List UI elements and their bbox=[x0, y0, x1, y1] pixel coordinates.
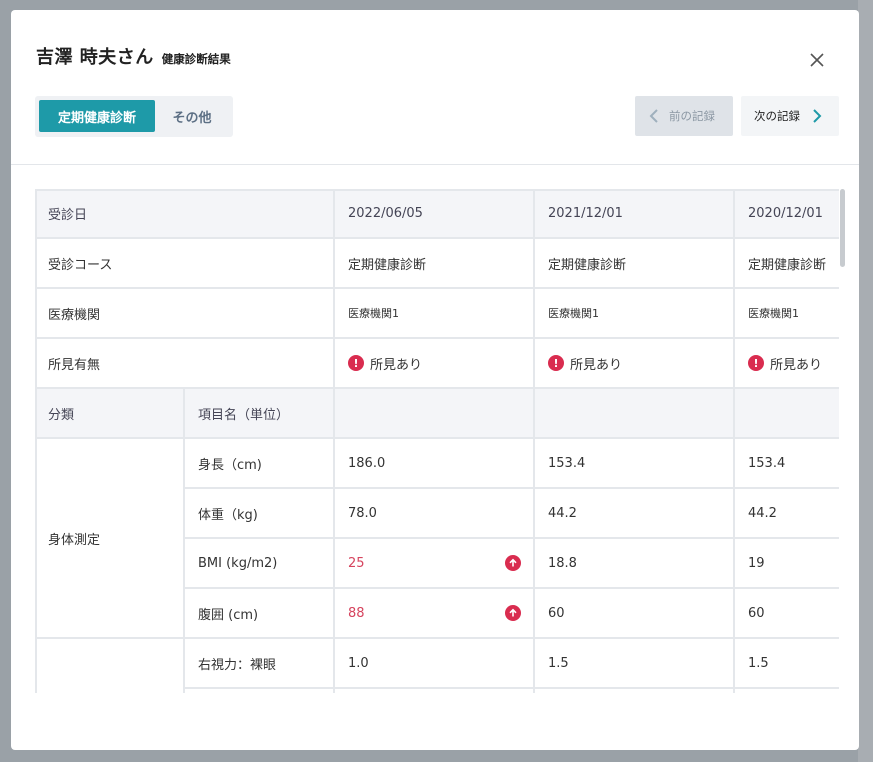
tab-regular-checkup[interactable]: 定期健康診断 bbox=[39, 100, 155, 132]
findings-label: 所見あり bbox=[770, 357, 823, 373]
patient-name: 吉澤 時夫さん bbox=[36, 47, 154, 68]
arrow-up-icon bbox=[505, 605, 521, 621]
exam-type-tabs: 定期健康診断 その他 bbox=[35, 96, 233, 137]
row-label-exam-date: 受診日 bbox=[35, 189, 335, 239]
value-cell: 78.0 bbox=[335, 489, 535, 539]
value-cell: 153.4 bbox=[735, 439, 839, 489]
value-cell: 60 bbox=[735, 589, 839, 639]
previous-record-button[interactable]: 前の記録 bbox=[635, 96, 733, 136]
category-body-measurement: 身体測定 bbox=[35, 439, 185, 639]
chevron-left-icon bbox=[649, 109, 658, 123]
value-cell: 44.2 bbox=[535, 489, 735, 539]
record-findings: ! 所見あり bbox=[535, 339, 735, 389]
background-app-edge bbox=[858, 0, 873, 762]
header-blank bbox=[335, 389, 535, 439]
item-right-vision: 右視力：裸眼 bbox=[185, 639, 335, 689]
item-bmi: BMI (kg/m2) bbox=[185, 539, 335, 589]
row-label-course: 受診コース bbox=[35, 239, 335, 289]
value-cell bbox=[735, 689, 839, 693]
value-cell: 60 bbox=[535, 589, 735, 639]
item-height: 身長（cm) bbox=[185, 439, 335, 489]
results-table[interactable]: 受診日 2022/06/05 2021/12/01 2020/12/01 受診コ… bbox=[35, 189, 839, 693]
item-next-row bbox=[185, 689, 335, 693]
item-waist: 腹囲 (cm) bbox=[185, 589, 335, 639]
value-cell: 1.0 bbox=[335, 639, 535, 689]
column-header-category: 分類 bbox=[35, 389, 185, 439]
high-value: 25 bbox=[348, 555, 365, 571]
value-cell: 19 bbox=[735, 539, 839, 589]
value-cell: 18.8 bbox=[535, 539, 735, 589]
chevron-right-icon bbox=[813, 109, 822, 123]
next-record-button[interactable]: 次の記録 bbox=[741, 96, 839, 136]
header-blank bbox=[535, 389, 735, 439]
item-weight: 体重（kg) bbox=[185, 489, 335, 539]
record-institution: 医療機関1 bbox=[535, 289, 735, 339]
record-course: 定期健康診断 bbox=[335, 239, 535, 289]
high-value: 88 bbox=[348, 605, 365, 621]
tab-other[interactable]: その他 bbox=[157, 100, 227, 132]
record-findings: ! 所見あり bbox=[735, 339, 839, 389]
value-cell: 1.5 bbox=[535, 639, 735, 689]
record-date: 2022/06/05 bbox=[335, 189, 535, 239]
alert-icon: ! bbox=[348, 355, 364, 371]
background-text-fragment bbox=[860, 242, 873, 256]
value-cell: 44.2 bbox=[735, 489, 839, 539]
previous-record-label: 前の記録 bbox=[669, 109, 715, 123]
alert-icon: ! bbox=[548, 355, 564, 371]
next-record-label: 次の記録 bbox=[754, 109, 800, 123]
value-cell-high: 88 bbox=[335, 589, 535, 639]
table-scrollbar[interactable] bbox=[840, 189, 845, 267]
record-findings: ! 所見あり bbox=[335, 339, 535, 389]
header-blank bbox=[735, 389, 839, 439]
close-button[interactable] bbox=[805, 48, 829, 72]
value-cell: 153.4 bbox=[535, 439, 735, 489]
value-cell-high: 25 bbox=[335, 539, 535, 589]
modal-header: 吉澤 時夫さん 健康診断結果 定期健康診断 その他 前の記録 次の記録 bbox=[11, 10, 859, 165]
health-check-modal: 吉澤 時夫さん 健康診断結果 定期健康診断 その他 前の記録 次の記録 受診日 … bbox=[11, 10, 859, 750]
modal-title: 吉澤 時夫さん 健康診断結果 bbox=[36, 43, 231, 69]
findings-label: 所見あり bbox=[570, 357, 623, 373]
record-course: 定期健康診断 bbox=[535, 239, 735, 289]
value-cell: 1.5 bbox=[735, 639, 839, 689]
record-course: 定期健康診断 bbox=[735, 239, 839, 289]
record-date: 2021/12/01 bbox=[535, 189, 735, 239]
row-label-institution: 医療機関 bbox=[35, 289, 335, 339]
category-vision bbox=[35, 639, 185, 693]
record-institution: 医療機関1 bbox=[735, 289, 839, 339]
value-cell: 186.0 bbox=[335, 439, 535, 489]
row-label-findings: 所見有無 bbox=[35, 339, 335, 389]
column-header-item-name: 項目名（単位） bbox=[185, 389, 335, 439]
background-text-fragment bbox=[860, 290, 873, 304]
value-cell bbox=[535, 689, 735, 693]
close-icon bbox=[810, 53, 824, 67]
record-institution: 医療機関1 bbox=[335, 289, 535, 339]
modal-subtitle: 健康診断結果 bbox=[161, 52, 231, 66]
findings-label: 所見あり bbox=[370, 357, 423, 373]
background-text-fragment bbox=[860, 194, 873, 208]
alert-icon: ! bbox=[748, 355, 764, 371]
record-date: 2020/12/01 bbox=[735, 189, 839, 239]
value-cell bbox=[335, 689, 535, 693]
arrow-up-icon bbox=[505, 555, 521, 571]
